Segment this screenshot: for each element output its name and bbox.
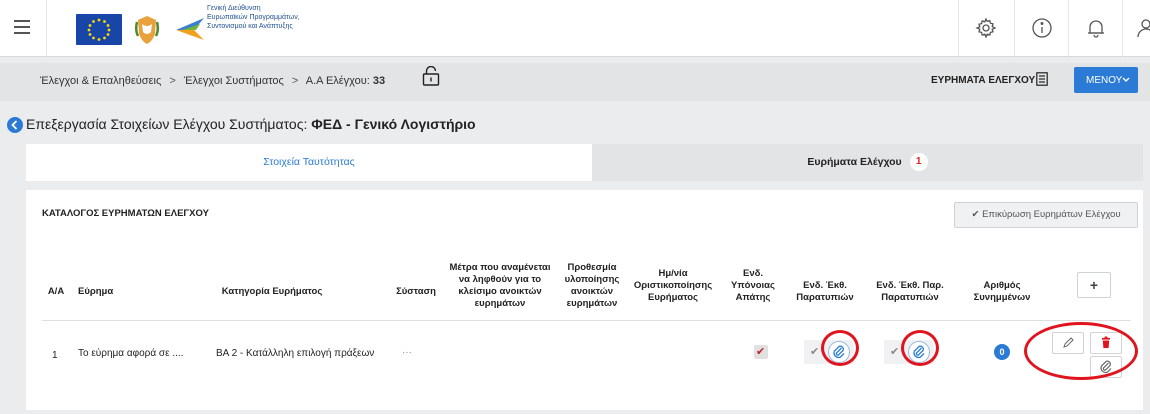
tab-control-findings-label: Ευρήματα Ελέγχου <box>807 156 902 168</box>
breadcrumb: Έλεγχοι & Επαληθεύσεις > Έλεγχοι Συστήμα… <box>40 75 385 87</box>
highlight-circle <box>901 330 939 366</box>
col-header-deadline-line: ευρημάτων <box>566 298 618 309</box>
breadcrumb-separator: > <box>169 75 176 87</box>
checkmark-icon: ✔ <box>810 346 820 358</box>
bell-icon[interactable] <box>1084 16 1108 40</box>
divider <box>1014 0 1015 57</box>
col-header-fraud-line: Υπόνοιας <box>731 280 775 291</box>
col-header-final-date: Ημ/νία Οριστικοποίησης Ευρήματος <box>624 268 722 304</box>
divider <box>958 0 959 57</box>
add-finding-button[interactable]: + <box>1077 272 1111 298</box>
col-header-fraud-suspicion: Ενδ. Υπόνοιας Απάτης <box>726 268 780 304</box>
top-bar: Γενική Διεύθυνση Ευρωπαϊκών Προγραμμάτων… <box>0 0 1150 57</box>
findings-count-badge: 1 <box>909 153 928 172</box>
page-title-prefix: Επεξεργασία Στοιχείων Ελέγχου Συστήματος… <box>26 116 308 132</box>
gov-directorate-text: Γενική Διεύθυνση Ευρωπαϊκών Προγραμμάτων… <box>207 4 347 31</box>
col-header-measures-line: Μέτρα που αναμένεται <box>449 262 551 273</box>
breadcrumb-item-system-controls[interactable]: Έλεγχοι Συστήματος <box>184 75 284 87</box>
divider <box>46 0 47 57</box>
cell-finding: Το εύρημα αφορά σε .... <box>78 348 184 359</box>
col-header-irreg-par-line: Παρατυπιών <box>881 292 939 303</box>
menu-icon[interactable] <box>14 20 30 34</box>
tab-control-findings[interactable]: Ευρήματα Ελέγχου 1 <box>592 144 1143 181</box>
col-header-attachments-line: Συνημμένων <box>973 292 1031 303</box>
validate-findings-label: Επικύρωση Ευρημάτων Ελέγχου <box>982 209 1121 220</box>
col-header-deadline-line: Προθεσμία <box>567 262 617 273</box>
breadcrumb-item-control-number: 33 <box>372 75 386 87</box>
gov-text-line-3: Συντονισμού και Ανάπτυξης <box>207 23 293 30</box>
col-header-attachments: Αριθμός Συνημμένων <box>964 280 1040 304</box>
page-title-entity: ΦΕΔ - Γενικό Λογιστήριο <box>311 116 476 132</box>
chevron-down-icon <box>1122 77 1130 82</box>
settings-icon[interactable] <box>974 16 998 40</box>
col-header-irreg-par-line: Ενδ. Έκθ. Παρ. <box>876 280 944 291</box>
col-header-deadline-line: ανοικτών <box>570 286 614 297</box>
col-header-attachments-line: Αριθμός <box>983 280 1021 291</box>
col-header-aa: Α/Α <box>47 286 65 297</box>
col-header-category: Κατηγορία Ευρήματος <box>221 286 323 297</box>
col-header-fraud-line: Ενδ. <box>742 268 764 279</box>
tab-bar: Στοιχεία Ταυτότητας Ευρήματα Ελέγχου 1 <box>26 144 1143 181</box>
col-header-measures-line: να ληφθούν για το <box>458 274 542 285</box>
attachments-count-badge: 0 <box>994 344 1010 360</box>
page-title: Επεξεργασία Στοιχείων Ελέγχου Συστήματος… <box>26 116 476 132</box>
eu-flag-logo <box>76 14 122 45</box>
panel-title: ΚΑΤΑΛΟΓΟΣ ΕΥΡΗΜΑΤΩΝ ΕΛΕΓΧΟΥ <box>42 208 209 219</box>
info-icon[interactable] <box>1030 16 1054 40</box>
col-header-final-date-line: Οριστικοποίησης <box>633 280 713 291</box>
col-header-final-date-line: Ημ/νία <box>658 268 688 279</box>
divider <box>1068 0 1069 57</box>
col-header-irregularity-report: Ενδ. Έκθ. Παρατυπιών <box>788 280 862 304</box>
document-list-icon[interactable] <box>1036 72 1048 86</box>
col-header-deadline: Προθεσμία υλοποίησης ανοικτών ευρημάτων <box>556 262 628 310</box>
col-header-recommendation: Σύσταση <box>396 286 436 297</box>
breadcrumb-item-control-number-label: Α.Α Ελέγχου: <box>305 75 370 87</box>
validate-findings-button[interactable]: ✔ Επικύρωση Ευρημάτων Ελέγχου <box>954 202 1138 228</box>
tab-identity-details[interactable]: Στοιχεία Ταυτότητας <box>26 144 592 181</box>
menu-button[interactable]: ΜΕΝΟΥ <box>1074 67 1138 93</box>
cell-category: ΒΑ 2 - Κατάλληλη επιλογή πράξεων <box>216 348 375 359</box>
checkmark-icon: ✔ <box>756 346 766 358</box>
check-icon: ✔ <box>971 209 980 220</box>
fraud-suspicion-checkbox[interactable]: ✔ <box>754 345 768 359</box>
checkmark-icon: ✔ <box>890 346 900 358</box>
col-header-measures-line: ευρημάτων <box>474 298 526 309</box>
cell-aa: 1 <box>52 350 58 361</box>
col-header-irreg-line: Ενδ. Έκθ. <box>803 280 847 291</box>
col-header-finding: Εύρημα <box>78 286 114 297</box>
user-icon[interactable] <box>1134 16 1150 40</box>
findings-link[interactable]: ΕΥΡΗΜΑΤΑ ΕΛΕΓΧΟΥ <box>931 75 1035 86</box>
col-header-irregularity-report-par: Ενδ. Έκθ. Παρ. Παρατυπιών <box>864 280 956 304</box>
gov-text-line-1: Γενική Διεύθυνση <box>207 5 261 12</box>
divider <box>1122 0 1123 57</box>
gov-text-line-2: Ευρωπαϊκών Προγραμμάτων, <box>207 14 300 21</box>
back-arrow-icon[interactable] <box>7 117 23 133</box>
col-header-final-date-line: Ευρήματος <box>648 292 698 303</box>
col-header-fraud-line: Απάτης <box>735 292 771 303</box>
breadcrumb-item-controls[interactable]: Έλεγχοι & Επαληθεύσεις <box>40 75 161 87</box>
unlock-icon[interactable] <box>422 65 440 86</box>
cyprus-emblem-logo <box>134 14 160 46</box>
col-header-deadline-line: υλοποίησης <box>564 274 620 285</box>
highlight-circle <box>1024 322 1138 380</box>
col-header-irreg-line: Παρατυπιών <box>796 292 854 303</box>
row-separator <box>42 320 1131 321</box>
col-header-measures-line: κλείσιμο ανοικτών <box>458 286 542 297</box>
col-header-measures: Μέτρα που αναμένεται να ληφθούν για το κ… <box>442 262 558 310</box>
breadcrumb-separator: > <box>291 75 299 87</box>
findings-panel: ΚΑΤΑΛΟΓΟΣ ΕΥΡΗΜΑΤΩΝ ΕΛΕΓΧΟΥ ✔ Επικύρωση … <box>26 190 1143 410</box>
menu-button-label: ΜΕΝΟΥ <box>1086 75 1123 86</box>
more-icon[interactable]: ··· <box>402 347 412 358</box>
highlight-circle <box>821 330 859 366</box>
